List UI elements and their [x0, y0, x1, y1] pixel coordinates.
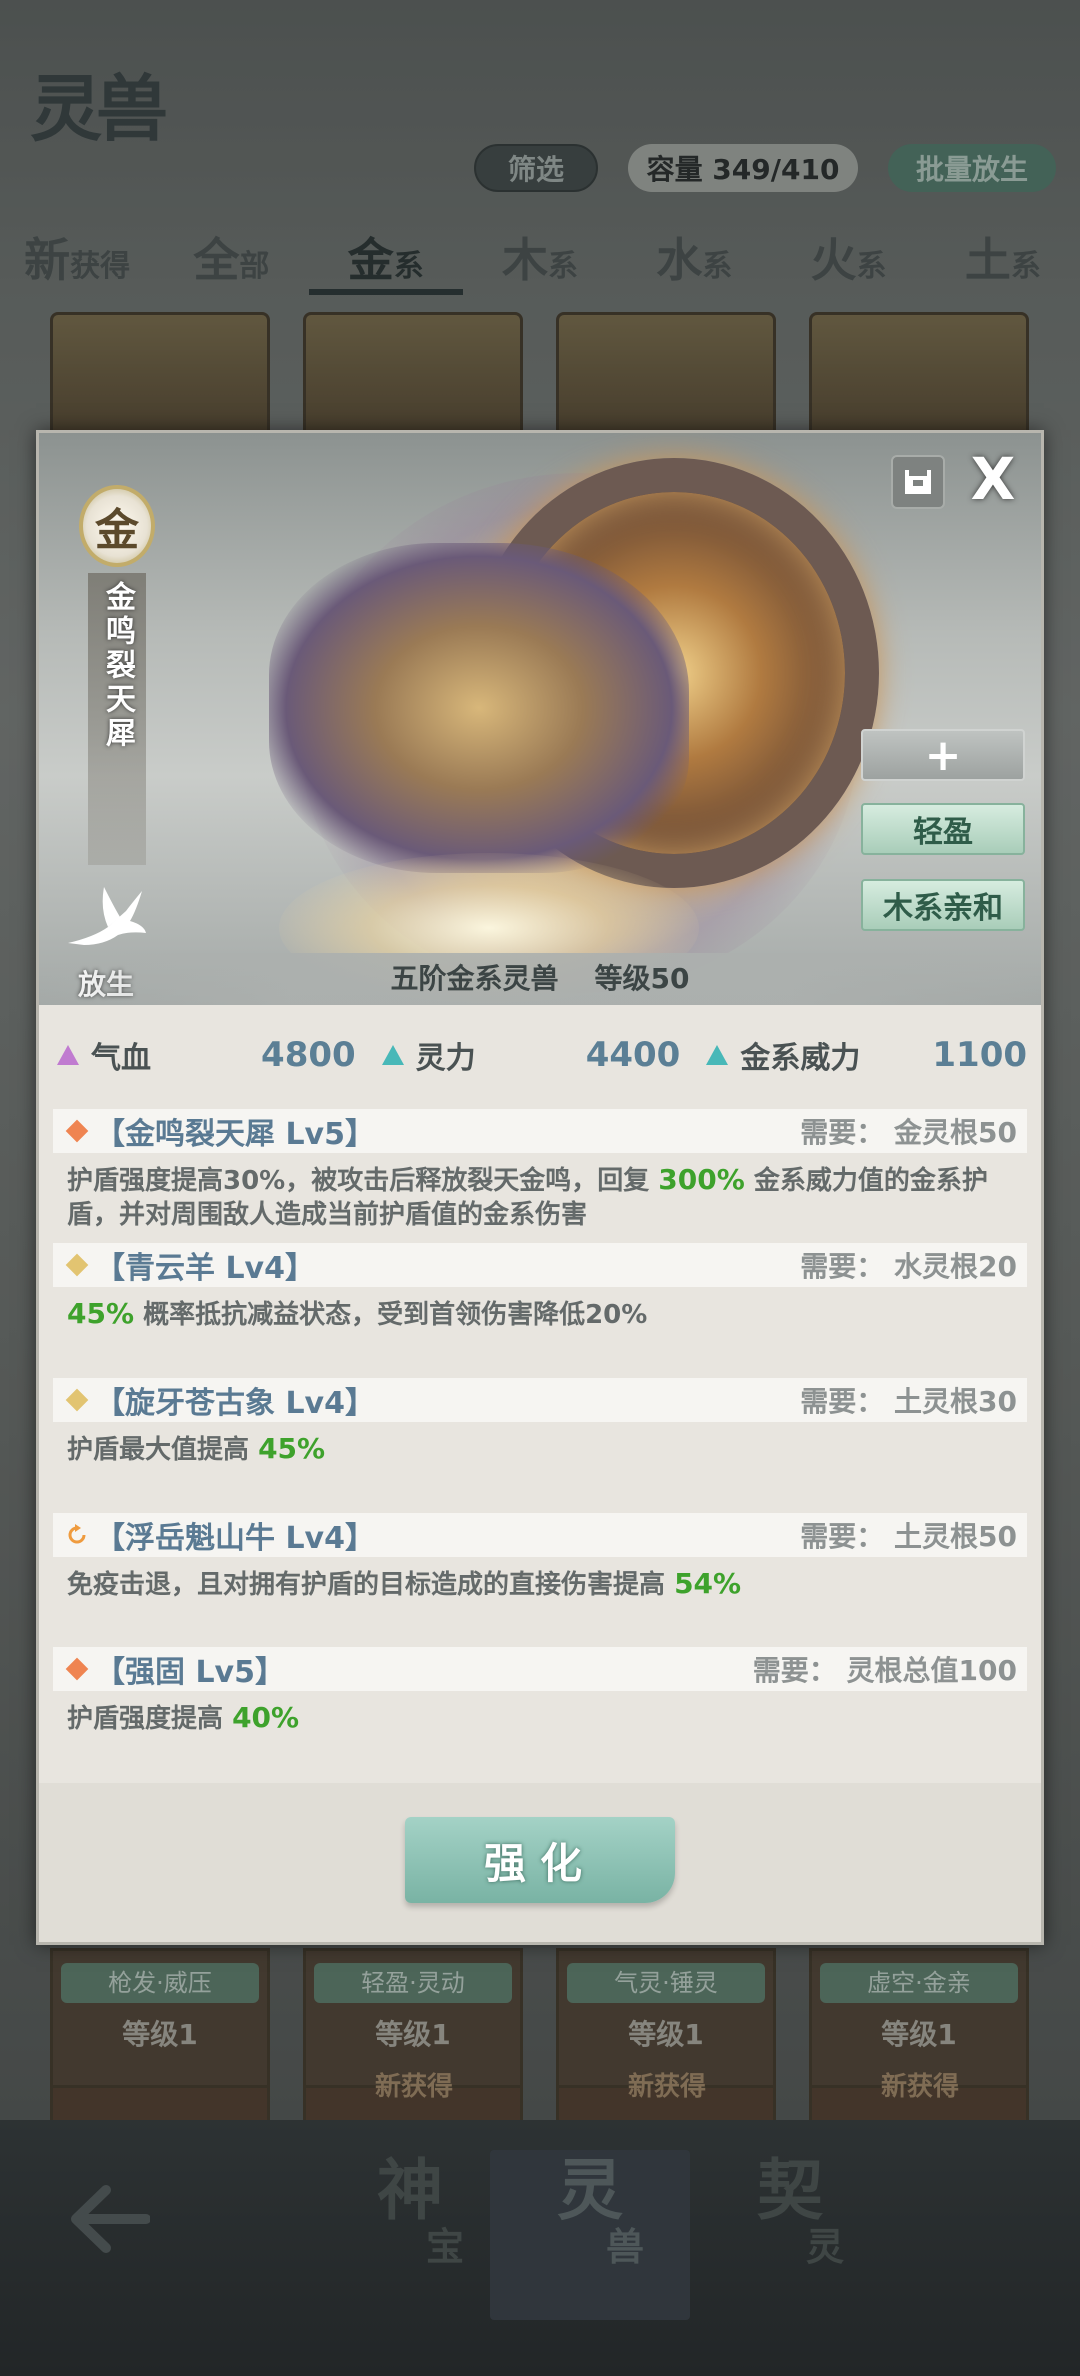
triangle-icon: [381, 1045, 404, 1065]
skill-description: 45% 概率抵抗减益状态，受到首领伤害降低20%: [67, 1297, 648, 1330]
skill-name: 【旋牙苍古象 Lv4】: [95, 1386, 375, 1421]
beast-name: 金鸣裂天犀: [88, 573, 146, 865]
skill-description: 免疫击退，且对拥有护盾的目标造成的直接伤害提高 54%: [67, 1567, 742, 1600]
enhance-button[interactable]: 强化: [405, 1817, 675, 1903]
trait-wood-affinity[interactable]: 木系亲和: [861, 879, 1025, 931]
beast-rank: 五阶金系灵兽: [390, 962, 559, 995]
skill-item: 【强固 Lv5】 需要： 灵根总值100 护盾强度提高 40%: [53, 1647, 1027, 1736]
skill-name: 【强固 Lv5】: [95, 1655, 285, 1690]
triangle-icon: [57, 1045, 79, 1065]
skill-requirement: 需要： 金灵根50: [800, 1116, 1017, 1149]
skill-description: 护盾强度提高30%，被攻击后释放裂天金鸣，回复 300% 金系威力值的金系护盾，…: [67, 1163, 988, 1230]
skill-requirement: 需要： 灵根总值100: [752, 1654, 1017, 1687]
stat-metal-power: 金系威力 1100: [702, 1033, 1027, 1077]
beast-detail-modal: 金 金鸣裂天犀 放生 X + 轻盈 木系亲和 五阶金系灵兽等级50 气血 480…: [36, 430, 1044, 1945]
stat-spirit: 灵力 4400: [378, 1033, 703, 1077]
trait-light[interactable]: 轻盈: [861, 803, 1025, 855]
beast-rank-caption: 五阶金系灵兽 等级50: [39, 953, 1041, 1005]
lock-icon[interactable]: [891, 455, 945, 509]
skill-description: 护盾强度提高 40%: [67, 1701, 300, 1734]
beast-level: 等级50: [594, 962, 690, 995]
add-trait-button[interactable]: +: [861, 729, 1025, 781]
diamond-icon: [65, 1657, 89, 1681]
element-badge: 金 金鸣裂天犀: [79, 485, 155, 865]
skill-name: 【浮岳魁山牛 Lv4】: [95, 1521, 375, 1556]
skill-requirement: 需要： 水灵根20: [800, 1250, 1017, 1283]
skill-name: 【金鸣裂天犀 Lv5】: [95, 1117, 375, 1152]
diamond-icon: [65, 1388, 89, 1412]
skill-requirement: 需要： 土灵根50: [800, 1520, 1017, 1553]
skill-item: 【旋牙苍古象 Lv4】 需要： 土灵根30 护盾最大值提高 45%: [53, 1378, 1027, 1467]
beast-figure: [269, 543, 689, 873]
skill-item: 【浮岳魁山牛 Lv4】 需要： 土灵根50 免疫击退，且对拥有护盾的目标造成的直…: [53, 1513, 1027, 1602]
diamond-icon: [65, 1253, 89, 1277]
stat-hp: 气血 4800: [53, 1033, 378, 1077]
stats-row: 气血 4800 灵力 4400 金系威力 1100: [39, 1005, 1041, 1105]
close-button[interactable]: X: [963, 447, 1023, 511]
skill-description: 护盾最大值提高 45%: [67, 1432, 326, 1465]
skill-item: 【金鸣裂天犀 Lv5】 需要： 金灵根50 护盾强度提高30%，被攻击后释放裂天…: [53, 1109, 1027, 1232]
element-crest: 金: [79, 485, 155, 567]
beast-artwork: 金 金鸣裂天犀 放生 X + 轻盈 木系亲和 五阶金系灵兽等级50: [39, 433, 1041, 1005]
crane-icon: [68, 887, 146, 945]
triangle-icon: [706, 1045, 729, 1065]
skill-item: 【青云羊 Lv4】 需要： 水灵根20 45% 概率抵抗减益状态，受到首领伤害降…: [53, 1243, 1027, 1332]
diamond-icon: [65, 1119, 89, 1143]
cycle-icon: [68, 1524, 86, 1544]
skill-name: 【青云羊 Lv4】: [95, 1251, 315, 1286]
skill-requirement: 需要： 土灵根30: [800, 1385, 1017, 1418]
